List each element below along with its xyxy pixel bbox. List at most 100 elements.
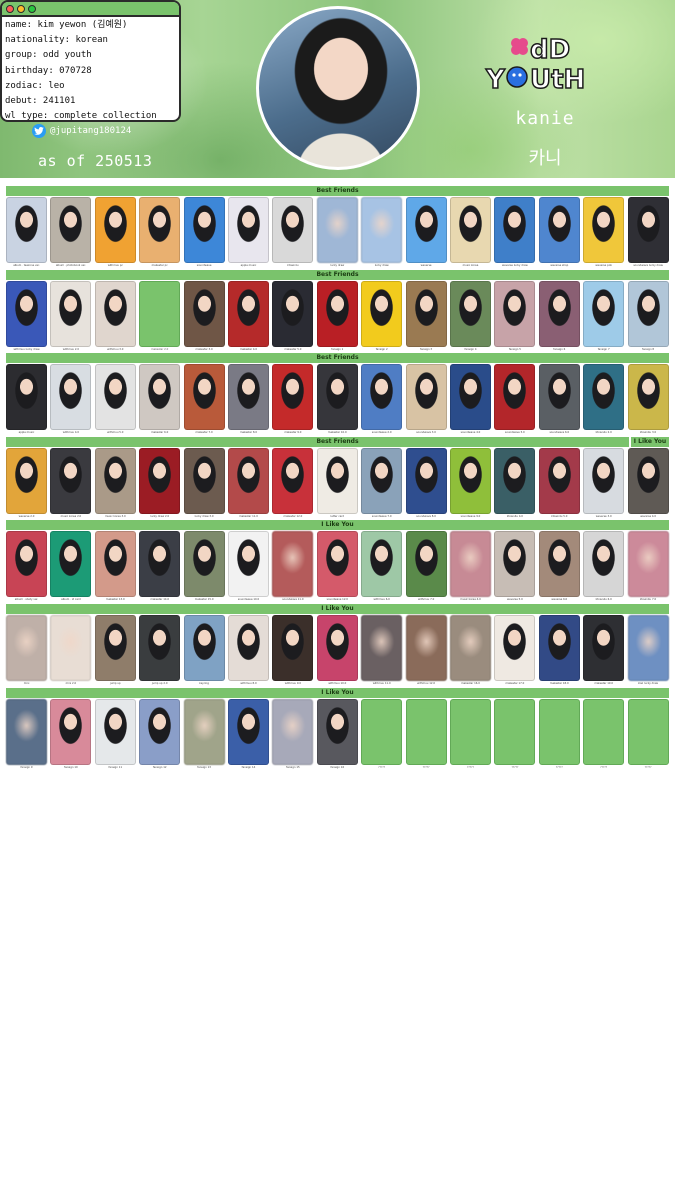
photocard[interactable]: soundwave 3.0 xyxy=(405,364,447,436)
photocard[interactable]: makestar 10.0 xyxy=(316,364,358,436)
photocard[interactable]: weverse 3.0 xyxy=(583,447,625,520)
photocard[interactable]: fansign 7 xyxy=(583,280,625,353)
missing-card[interactable]: ????? xyxy=(450,698,491,771)
photocard[interactable]: album · photobook ver. xyxy=(50,197,92,269)
photocard[interactable]: withmuu 11.0 xyxy=(361,615,403,687)
photocard[interactable]: lucky draw xyxy=(316,197,358,269)
photocard[interactable]: soundwave 12.0 xyxy=(316,531,358,603)
photocard[interactable]: soundwave xyxy=(183,197,225,269)
photocard[interactable]: makestar 4.0 xyxy=(228,280,269,353)
photocard[interactable]: withmuu 10.0 xyxy=(316,615,358,687)
photocard[interactable]: music korea 3.0 xyxy=(94,447,136,520)
photocard[interactable]: makestar 9.0 xyxy=(272,364,314,436)
photocard[interactable]: fansign 16 xyxy=(316,698,358,771)
twitter-handle[interactable]: @jupitang180124 xyxy=(32,124,131,138)
missing-card[interactable]: ????? xyxy=(405,698,447,771)
photocard[interactable]: withmuu 4.0 xyxy=(50,364,92,436)
photocard[interactable]: fansign 3 xyxy=(405,280,447,353)
photocard[interactable]: music korea 4.0 xyxy=(450,531,491,603)
missing-card[interactable]: ????? xyxy=(361,698,403,771)
photocard[interactable]: makestar 14.0 xyxy=(139,531,181,603)
photocard[interactable]: weverse pob xyxy=(583,197,625,269)
photocard[interactable]: soundwave 5.0 xyxy=(494,364,536,436)
photocard[interactable]: fansign 13 xyxy=(183,698,225,771)
photocard[interactable]: makestar pc xyxy=(139,197,181,269)
photocard[interactable]: fansign 14 xyxy=(228,698,269,771)
photocard[interactable]: withmuu 8.0 xyxy=(228,615,269,687)
photocard[interactable]: soundwave 11.0 xyxy=(272,531,314,603)
photocard[interactable]: withmuu 12.0 xyxy=(405,615,447,687)
photocard[interactable]: withmuu 9.0 xyxy=(272,615,314,687)
photocard[interactable]: ktown4u 5.0 xyxy=(538,447,580,520)
photocard[interactable]: makestar 18.0 xyxy=(538,615,580,687)
photocard[interactable]: soundwave 10.0 xyxy=(228,531,269,603)
photocard[interactable]: mini xyxy=(6,615,47,687)
photocard[interactable]: fansign 11 xyxy=(94,698,136,771)
photocard[interactable]: fansign 2 xyxy=(361,280,403,353)
photocard[interactable]: ktown4u xyxy=(272,197,314,269)
photocard[interactable]: withmuu pc xyxy=(94,197,136,269)
photocard[interactable]: soundwave 8.0 xyxy=(405,447,447,520)
photocard[interactable]: album · id card xyxy=(50,531,92,603)
missing-card[interactable]: ????? xyxy=(583,698,625,771)
photocard[interactable]: makestar 7.0 xyxy=(183,364,225,436)
photocard[interactable]: makestar 2.0 xyxy=(139,280,181,353)
photocard[interactable]: makestar 17.0 xyxy=(494,615,536,687)
missing-card[interactable]: ????? xyxy=(494,698,536,771)
photocard[interactable]: fansign 12 xyxy=(139,698,181,771)
photocard[interactable]: ktown4u 2.0 xyxy=(583,364,625,436)
photocard[interactable]: makestar 8.0 xyxy=(228,364,269,436)
photocard[interactable]: makestar 16.0 xyxy=(450,615,491,687)
photocard[interactable]: album · teazone ver. xyxy=(6,197,47,269)
photocard[interactable]: fansign 15 xyxy=(272,698,314,771)
photocard[interactable]: apple music xyxy=(6,364,47,436)
photocard[interactable]: music korea xyxy=(450,197,491,269)
photocard[interactable]: soundwave 6.0 xyxy=(538,364,580,436)
photocard[interactable]: fansign 1 xyxy=(316,280,358,353)
photocard[interactable]: makestar 11.0 xyxy=(228,447,269,520)
photocard[interactable]: makestar 19.0 xyxy=(583,615,625,687)
photocard[interactable]: ktown4u 7.0 xyxy=(627,531,669,603)
photocard[interactable]: ktown4u 6.0 xyxy=(583,531,625,603)
photocard[interactable]: withmuu lucky draw xyxy=(6,280,47,353)
photocard[interactable]: weverse 6.0 xyxy=(538,531,580,603)
photocard[interactable]: weverse lucky draw xyxy=(494,197,536,269)
photocard[interactable]: fansign 5 xyxy=(494,280,536,353)
photocard[interactable]: jump up xyxy=(94,615,136,687)
photocard[interactable]: soundwave 2.0 xyxy=(361,364,403,436)
photocard[interactable]: withmuu 3.0 xyxy=(94,280,136,353)
photocard[interactable]: letter card xyxy=(316,447,358,520)
missing-card[interactable]: ????? xyxy=(627,698,669,771)
photocard[interactable]: makestar 15.0 xyxy=(183,531,225,603)
photocard[interactable]: kiwi lucky draw xyxy=(627,615,669,687)
photocard[interactable]: soundwave 7.0 xyxy=(361,447,403,520)
photocard[interactable]: album · study ver. xyxy=(6,531,47,603)
photocard[interactable]: fansign 9 xyxy=(6,698,47,771)
missing-card[interactable]: ????? xyxy=(538,698,580,771)
photocard[interactable]: withmuu 6.0 xyxy=(361,531,403,603)
photocard[interactable]: fansign 8 xyxy=(627,280,669,353)
photocard[interactable]: ktown4u 4.0 xyxy=(494,447,536,520)
photocard[interactable]: makestar 5.0 xyxy=(272,280,314,353)
photocard[interactable]: weverse 4.0 xyxy=(627,447,669,520)
photocard[interactable]: withmuu 2.0 xyxy=(50,280,92,353)
photocard[interactable]: lucky draw 3.0 xyxy=(183,447,225,520)
photocard[interactable]: makestar 6.0 xyxy=(139,364,181,436)
photocard[interactable]: music korea 2.0 xyxy=(50,447,92,520)
photocard[interactable]: makestar 13.0 xyxy=(94,531,136,603)
photocard[interactable]: makestar 3.0 xyxy=(183,280,225,353)
photocard[interactable]: makestar 12.0 xyxy=(272,447,314,520)
photocard[interactable]: lucky draw 2.0 xyxy=(139,447,181,520)
photocard[interactable]: weverse 5.0 xyxy=(494,531,536,603)
photocard[interactable]: mini 2.0 xyxy=(50,615,92,687)
photocard[interactable]: soundwave lucky draw xyxy=(627,197,669,269)
photocard[interactable]: fansign 4 xyxy=(450,280,491,353)
photocard[interactable]: soundwave 4.0 xyxy=(450,364,491,436)
photocard[interactable]: weverse xyxy=(405,197,447,269)
photocard[interactable]: apple music xyxy=(228,197,269,269)
photocard[interactable]: soundwave 9.0 xyxy=(450,447,491,520)
photocard[interactable]: weverse 2.0 xyxy=(6,447,47,520)
photocard[interactable]: fansign 10 xyxy=(50,698,92,771)
photocard[interactable]: lucky draw xyxy=(361,197,403,269)
photocard[interactable]: weverse shop xyxy=(538,197,580,269)
